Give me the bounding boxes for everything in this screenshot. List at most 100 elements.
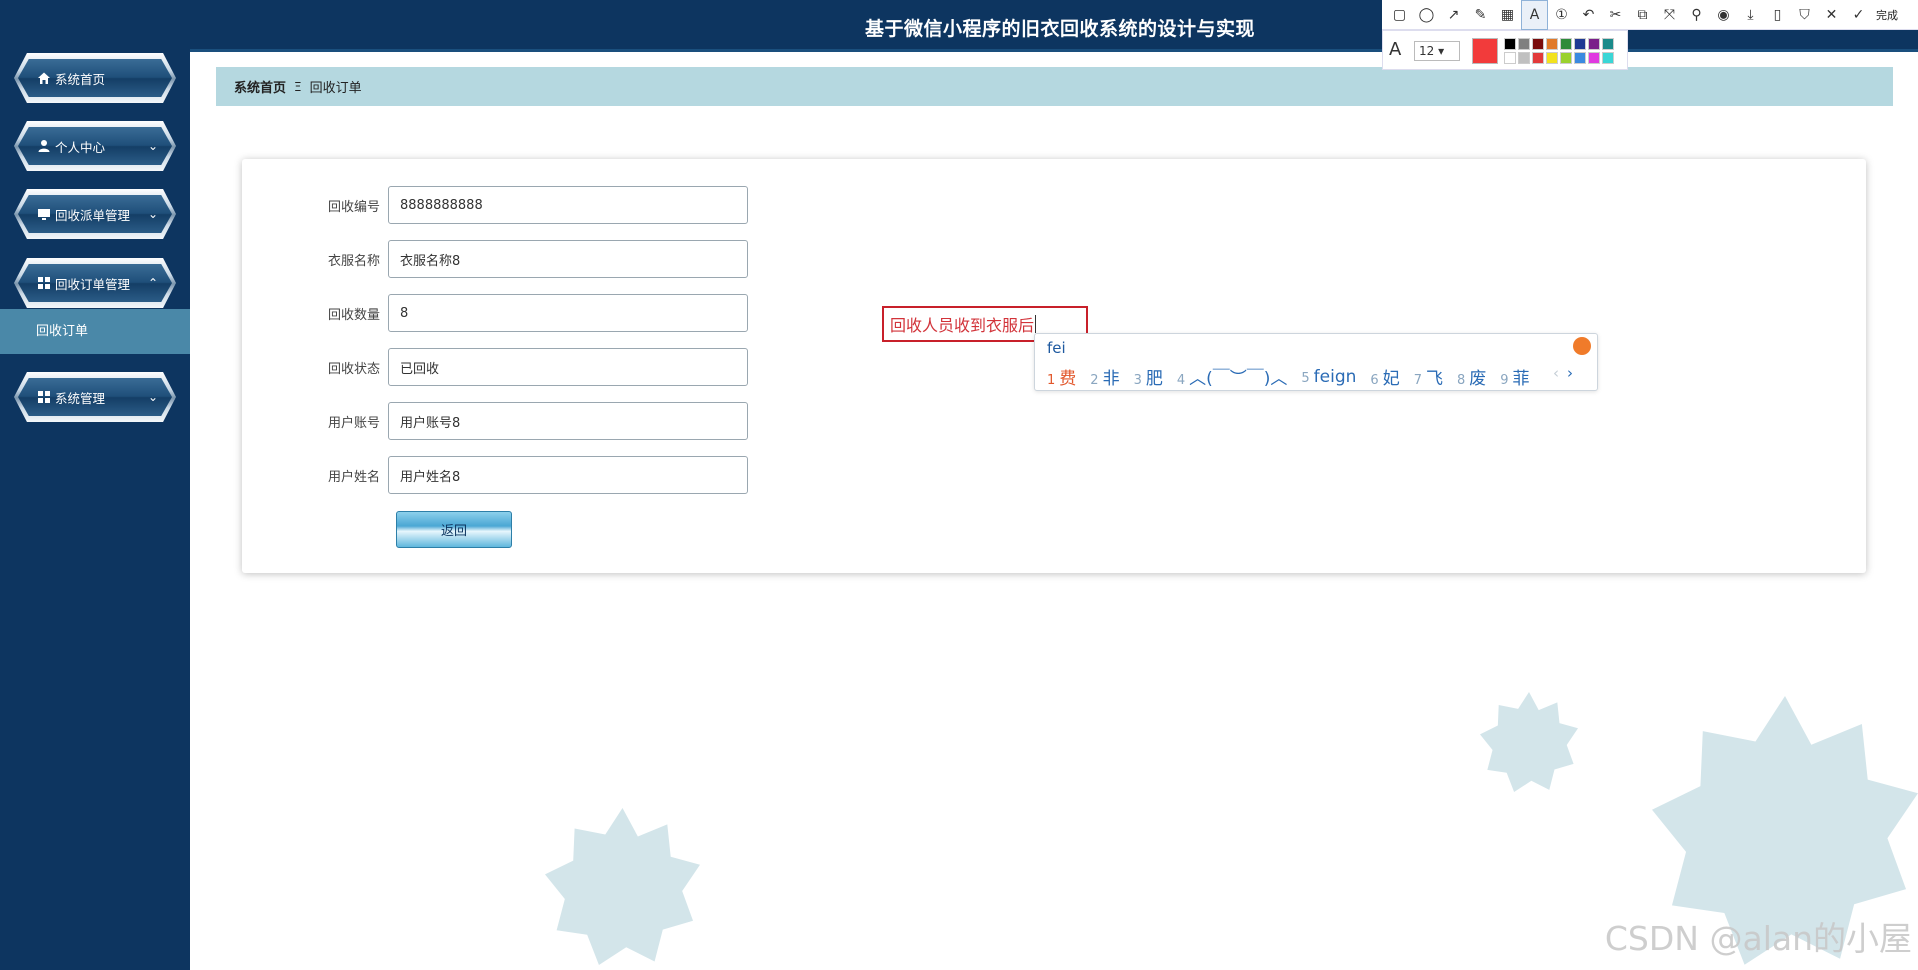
breadcrumb-separator: Ξ — [294, 79, 302, 94]
color-swatch[interactable] — [1546, 52, 1558, 64]
number-tool-icon[interactable]: ① — [1548, 0, 1575, 30]
color-swatch[interactable] — [1532, 38, 1544, 50]
chevron-down-icon: ⌄ — [147, 139, 158, 153]
ellipse-tool-icon[interactable]: ◯ — [1413, 0, 1440, 30]
sidebar-item-system[interactable]: 系统管理 ⌄ — [14, 372, 176, 422]
ime-next-button[interactable]: › — [1567, 364, 1573, 382]
ime-candidate[interactable]: 1费 — [1047, 364, 1076, 389]
color-swatch[interactable] — [1546, 38, 1558, 50]
sidebar-item-profile[interactable]: 个人中心 ⌄ — [14, 121, 176, 171]
sidebar-item-home[interactable]: 系统首页 — [14, 53, 176, 103]
decorative-star — [545, 808, 700, 965]
mosaic-tool-icon[interactable]: ▦ — [1494, 0, 1521, 30]
color-swatch[interactable] — [1574, 52, 1586, 64]
sidebar-item-dispatch[interactable]: 回收派单管理 ⌄ — [14, 189, 176, 239]
clothing-name-field[interactable]: 衣服名称8 — [388, 240, 748, 278]
field-label: 用户姓名 — [327, 469, 380, 485]
watermark: CSDN @alan的小屋 — [1604, 919, 1912, 958]
ime-candidate[interactable]: 2非 — [1090, 364, 1119, 389]
ime-candidate[interactable]: 8废 — [1457, 364, 1486, 389]
ime-candidate[interactable]: 4 ︿(￣︶￣)︿ — [1177, 364, 1288, 389]
text-options-panel: A 12 ▾ — [1382, 30, 1628, 70]
form-row-quantity: 回收数量 8 — [242, 294, 748, 332]
close-icon[interactable]: ✕ — [1818, 0, 1845, 30]
cut-tool-icon[interactable]: ✂ — [1602, 0, 1629, 30]
sidebar-item-label: 回收派单管理 — [55, 207, 131, 223]
phone-icon[interactable]: ▯ — [1764, 0, 1791, 30]
field-label: 回收数量 — [327, 307, 380, 323]
form-row-recycle-no: 回收编号 8888888888 — [242, 186, 748, 224]
breadcrumb-current: 回收订单 — [309, 81, 362, 96]
recycle-no-field[interactable]: 8888888888 — [388, 186, 748, 224]
sidebar-subitem-recycle-orders[interactable]: 回收订单 — [0, 309, 190, 354]
ime-prev-button[interactable]: ‹ — [1553, 364, 1559, 382]
color-swatch[interactable] — [1602, 38, 1614, 50]
text-tool-icon[interactable]: A — [1521, 0, 1548, 30]
grid-icon — [36, 276, 51, 291]
chevron-down-icon: ⌄ — [147, 207, 158, 221]
ime-candidate[interactable]: 5 feign — [1301, 367, 1356, 387]
ime-candidate-list: 1费 2非 3肥 4 ︿(￣︶￣)︿ 5 feign 6妃 7飞 8废 9菲 — [1047, 364, 1544, 390]
ime-candidate-window: fei 1费 2非 3肥 4 ︿(￣︶￣)︿ 5 feign 6妃 7飞 8废 9菲… — [1034, 333, 1598, 391]
translate-tool-icon[interactable]: ⤧ — [1656, 0, 1683, 30]
done-button[interactable]: 完成 — [1876, 7, 1898, 23]
ime-candidate[interactable]: 7飞 — [1414, 364, 1443, 389]
pen-tool-icon[interactable]: ✎ — [1467, 0, 1494, 30]
check-icon[interactable]: ✓ — [1845, 0, 1872, 30]
ime-candidate[interactable]: 6妃 — [1370, 364, 1399, 389]
ime-candidate[interactable]: 3肥 — [1134, 364, 1163, 389]
ime-candidate[interactable]: 9菲 — [1500, 364, 1529, 389]
record-icon[interactable]: ◉ — [1710, 0, 1737, 30]
color-swatch[interactable] — [1588, 38, 1600, 50]
color-swatch[interactable] — [1602, 52, 1614, 64]
color-swatch[interactable] — [1504, 52, 1516, 64]
user-icon — [36, 139, 51, 154]
ime-pager: ‹ › — [1553, 364, 1573, 382]
color-swatch[interactable] — [1560, 38, 1572, 50]
sidebar-item-label: 系统管理 — [55, 390, 106, 406]
color-swatch[interactable] — [1574, 38, 1586, 50]
home-icon — [36, 71, 51, 86]
undo-icon[interactable]: ↶ — [1575, 0, 1602, 30]
username-field[interactable]: 用户姓名8 — [388, 456, 748, 494]
status-field[interactable]: 已回收 — [388, 348, 748, 386]
pin-icon[interactable]: ⚲ — [1683, 0, 1710, 30]
form-row-clothing-name: 衣服名称 衣服名称8 — [242, 240, 748, 278]
color-swatch[interactable] — [1518, 38, 1530, 50]
ime-composition: fei — [1047, 339, 1066, 357]
sidebar-item-label: 个人中心 — [55, 139, 106, 155]
font-size-select[interactable]: 12 ▾ — [1414, 41, 1460, 61]
ocr-tool-icon[interactable]: ⧉ — [1629, 0, 1656, 30]
back-button[interactable]: 返回 — [396, 511, 512, 548]
rectangle-tool-icon[interactable]: ▢ — [1386, 0, 1413, 30]
arrow-tool-icon[interactable]: ↗ — [1440, 0, 1467, 30]
color-swatch[interactable] — [1588, 52, 1600, 64]
color-swatch[interactable] — [1560, 52, 1572, 64]
text-caret — [1035, 315, 1037, 333]
decorative-star — [1480, 692, 1578, 793]
field-label: 用户账号 — [327, 415, 380, 431]
color-swatch[interactable] — [1518, 52, 1530, 64]
annotation-text: 回收人员收到衣服后 — [890, 316, 1035, 335]
sidebar-item-label: 回收订单管理 — [55, 276, 131, 292]
field-label: 回收编号 — [327, 199, 380, 215]
current-color-swatch[interactable] — [1472, 38, 1498, 64]
quantity-field[interactable]: 8 — [388, 294, 748, 332]
sidebar-item-orders[interactable]: 回收订单管理 ⌃ — [14, 258, 176, 308]
monitor-icon — [36, 207, 51, 222]
chevron-down-icon: ⌄ — [147, 390, 158, 404]
form-row-account: 用户账号 用户账号8 — [242, 402, 748, 440]
chevron-up-icon: ⌃ — [147, 276, 158, 290]
bookmark-icon[interactable]: ⛉ — [1791, 0, 1818, 30]
color-swatch[interactable] — [1532, 52, 1544, 64]
grid-icon — [36, 390, 51, 405]
form-row-status: 回收状态 已回收 — [242, 348, 748, 386]
download-icon[interactable]: ⤓ — [1737, 0, 1764, 30]
breadcrumb-home[interactable]: 系统首页 — [234, 77, 286, 96]
sidebar: 系统首页 个人中心 ⌄ 回收派单管理 ⌄ 回收订单管理 ⌃ 回收订单 系统管理 … — [0, 0, 190, 970]
font-size-icon: A — [1389, 39, 1402, 60]
account-field[interactable]: 用户账号8 — [388, 402, 748, 440]
breadcrumb: 系统首页 Ξ 回收订单 — [216, 67, 1893, 106]
color-palette — [1504, 38, 1614, 64]
color-swatch[interactable] — [1504, 38, 1516, 50]
